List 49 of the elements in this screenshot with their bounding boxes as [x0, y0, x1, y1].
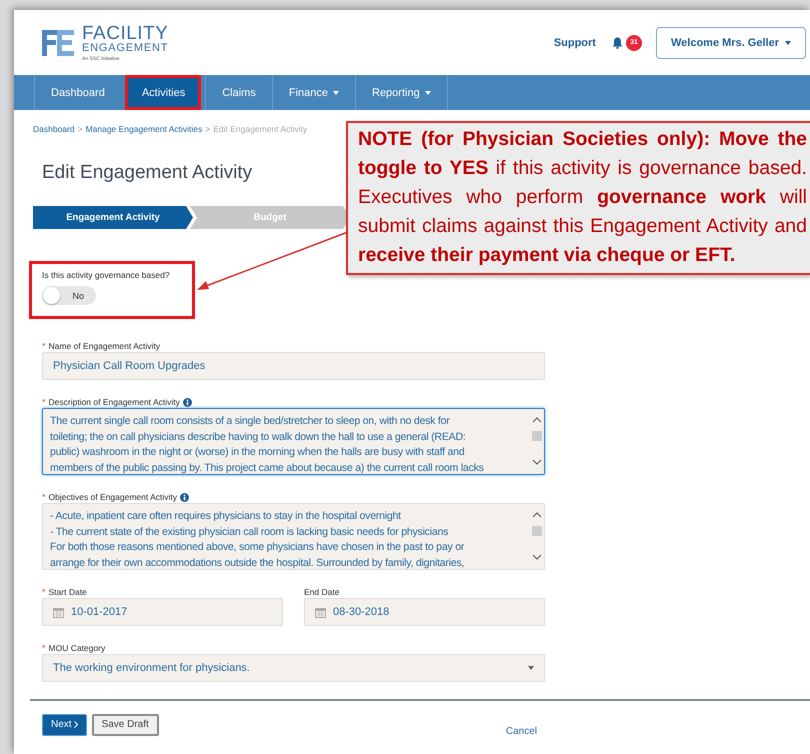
info-icon[interactable] — [182, 398, 192, 406]
required-mark: * — [42, 341, 46, 351]
caret-icon — [424, 90, 431, 94]
text-area[interactable]: The current single call room consists of a single bed/stretcher to sleep on, with no desk for toileting; the on call physicians describe having to walk down the hall to use a general (READ: public) washroom in the night or (worse) in the morning when the halls are busy with staff and members of the public passing by. This project came about because a) the current call room lacks — [42, 408, 545, 475]
logo-title: FACILITY — [82, 24, 168, 42]
field-label: MOU Category — [48, 643, 106, 653]
required-mark: * — [42, 397, 46, 407]
breadcrumb-separator: > — [205, 124, 210, 134]
logo-icon — [40, 28, 76, 58]
field-label: Name of Engagement Activity — [48, 341, 160, 351]
field-label: Is this activity governance based? — [42, 270, 171, 280]
user-menu[interactable]: Welcome Mrs. Geller — [656, 26, 806, 58]
field-label: End Date — [304, 587, 340, 597]
required-mark: * — [42, 643, 46, 653]
nav-tab[interactable]: Finance — [272, 75, 355, 110]
text-area[interactable]: - Acute, inpatient care often requires physicians to stay in the hospital overnight - The current state of the existing physician call room is lacking basic needs for physicians For both those reasons mentioned above, some physicians have chosen in the past to pay or arrange for their own accommodations outside the hospital. Surrounded by family, dignitaries, — [42, 503, 545, 570]
text-field[interactable]: Physician Call Room Upgrades — [42, 352, 545, 380]
logo-subtitle: ENGAGEMENT — [82, 42, 168, 54]
wizard-step[interactable]: Engagement Activity — [33, 206, 193, 229]
calendar-icon — [315, 606, 326, 618]
select-field[interactable]: The working environment for physicians. — [42, 654, 545, 682]
nav-tab[interactable]: Claims — [205, 75, 272, 110]
bell-icon[interactable] — [612, 36, 623, 48]
field-label: Start Date — [48, 587, 87, 597]
breadcrumb-link[interactable]: Dashboard — [33, 124, 75, 134]
field-label: Description of Engagement Activity — [48, 397, 180, 407]
annotation-note: NOTE (for Physician Societies only): Move the toggle to YES if this activity is governance based. Executives who perform governance work will submit claims against this Engagement Activity and receive their payment via cheque or EFT. — [346, 121, 810, 275]
field-label: Objectives of Engagement Activity — [48, 492, 178, 502]
required-mark: * — [42, 492, 46, 502]
date-field[interactable]: 08-30-2018 — [304, 598, 545, 626]
caret-icon — [528, 666, 534, 670]
cancel-link[interactable]: Cancel — [506, 726, 537, 737]
info-icon[interactable] — [180, 492, 190, 502]
caret-icon — [785, 40, 791, 44]
nav-tab[interactable]: Reporting — [355, 75, 448, 110]
chevron-icon — [74, 721, 78, 728]
date-field[interactable]: 10-01-2017 — [42, 598, 283, 626]
nav-tab[interactable]: Activities — [124, 75, 202, 110]
caret-icon — [333, 90, 339, 94]
next-button[interactable]: Next — [42, 714, 87, 736]
breadcrumb-separator: > — [78, 124, 83, 134]
toggle-switch[interactable]: No — [42, 286, 96, 305]
required-mark: * — [42, 587, 46, 597]
save-draft-button[interactable]: Save Draft — [92, 714, 159, 736]
breadcrumb-link[interactable]: Manage Engagement Activities — [86, 124, 202, 134]
support-link[interactable]: Support — [554, 36, 596, 48]
page-title: Edit Engagement Activity — [42, 162, 252, 184]
nav-tab[interactable]: Dashboard — [34, 75, 121, 110]
calendar-icon — [53, 606, 64, 618]
